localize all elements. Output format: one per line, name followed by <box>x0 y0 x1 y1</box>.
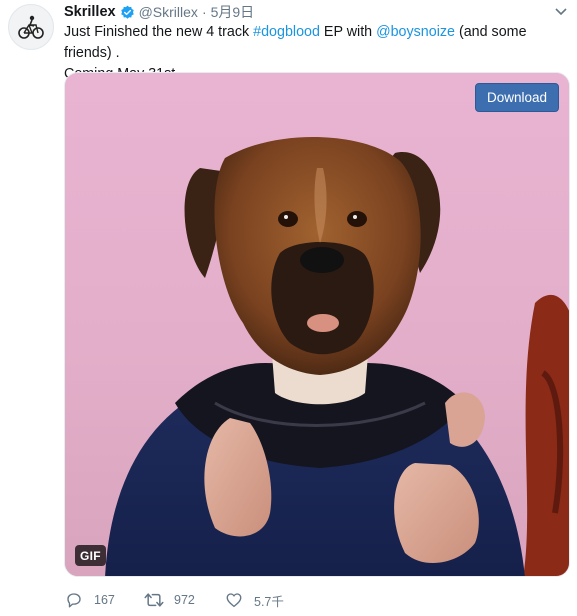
mention-link[interactable]: @boysnoize <box>376 24 455 40</box>
tweet: Skrillex @Skrillex · 5月9日 Just Finished … <box>0 0 577 616</box>
display-name[interactable]: Skrillex <box>64 4 116 20</box>
tweet-actions: 167 972 5.7千 <box>64 589 304 611</box>
retweet-count: 972 <box>174 593 195 607</box>
tweet-text-part: EP with <box>319 24 377 40</box>
reply-button[interactable]: 167 <box>64 590 144 610</box>
user-handle[interactable]: @Skrillex <box>139 4 198 20</box>
hashtag-link[interactable]: #dogblood <box>253 24 320 40</box>
verified-badge-icon <box>120 5 135 20</box>
tweet-header: Skrillex @Skrillex · 5月9日 <box>64 2 254 22</box>
like-count: 5.7千 <box>254 594 284 609</box>
gif-media[interactable]: Download GIF <box>64 72 570 577</box>
avatar[interactable] <box>8 4 54 50</box>
like-icon <box>224 590 244 610</box>
like-button[interactable]: 5.7千 <box>224 590 304 610</box>
gif-badge: GIF <box>75 545 106 566</box>
tweet-text-part: Just Finished the new 4 track <box>64 24 254 40</box>
retweet-icon <box>144 590 164 610</box>
chevron-down-icon[interactable] <box>555 6 567 18</box>
reply-icon <box>64 590 84 610</box>
tweet-timestamp[interactable]: 5月9日 <box>211 2 255 22</box>
separator-dot: · <box>201 4 207 20</box>
download-button[interactable]: Download <box>475 83 559 112</box>
dog-head-gif-image <box>65 73 569 576</box>
cyclist-avatar-icon <box>18 15 44 39</box>
reply-count: 167 <box>94 593 115 607</box>
retweet-button[interactable]: 972 <box>144 590 224 610</box>
